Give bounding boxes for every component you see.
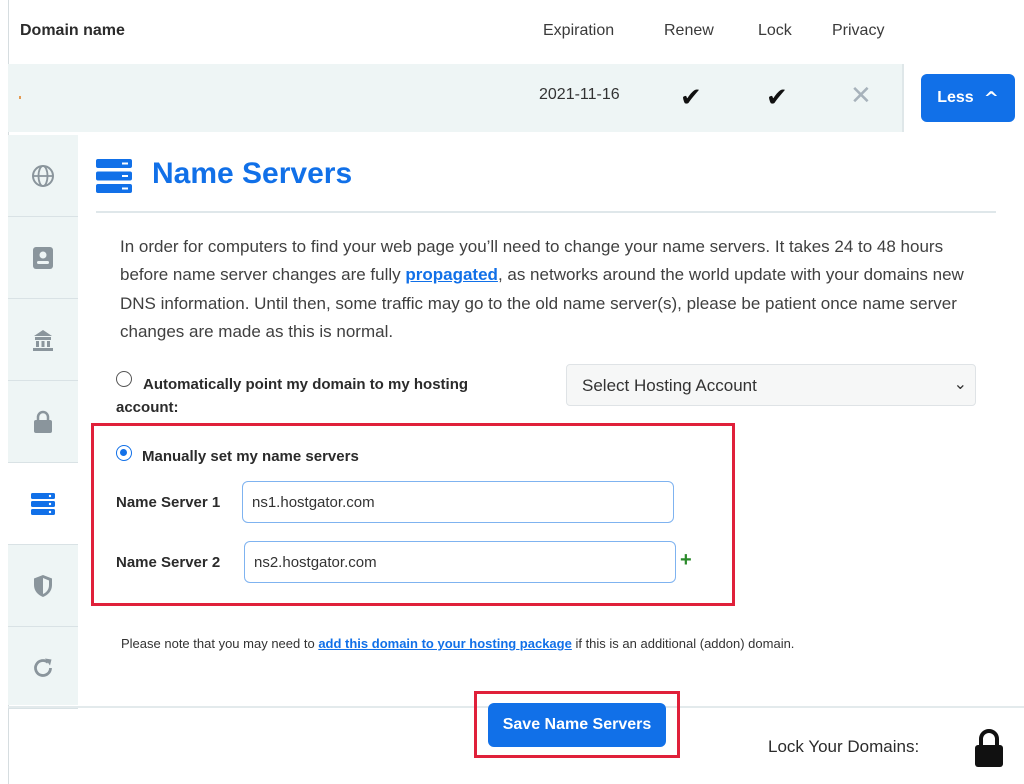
name-server-1-label: Name Server 1	[116, 494, 221, 511]
chevron-down-icon: ⌄	[953, 374, 967, 393]
page-title: Name Servers	[152, 157, 353, 190]
header-renew: Renew	[664, 22, 714, 39]
tab-globe[interactable]	[8, 135, 78, 217]
less-button-label: Less	[937, 89, 974, 106]
manual-name-servers-label[interactable]: Manually set my name servers	[142, 448, 359, 465]
tab-contact[interactable]	[8, 217, 78, 299]
less-button[interactable]: Less ^	[921, 74, 1015, 122]
tab-name-servers[interactable]	[8, 463, 78, 545]
tab-lock[interactable]	[8, 381, 78, 463]
hosting-account-select-value: Select Hosting Account	[582, 376, 757, 395]
intro-text: In order for computers to find your web …	[120, 233, 980, 346]
header-expiration: Expiration	[543, 22, 615, 39]
propagated-link[interactable]: propagated	[405, 265, 498, 284]
header-domain-name: Domain name	[20, 22, 125, 39]
tab-refresh[interactable]	[8, 627, 78, 709]
contact-card-icon	[33, 246, 53, 269]
auto-point-label[interactable]: Automatically point my domain to my host…	[116, 373, 516, 419]
name-servers-icon	[96, 159, 132, 193]
name-server-2-input[interactable]: ns2.hostgator.com	[244, 541, 676, 583]
header-lock: Lock	[758, 22, 792, 39]
name-server-1-input[interactable]: ns1.hostgator.com	[242, 481, 674, 523]
row-divider	[902, 64, 904, 132]
note-part2: if this is an additional (addon) domain.	[571, 636, 795, 651]
title-divider	[96, 211, 996, 213]
add-domain-to-hosting-link[interactable]: add this domain to your hosting package	[318, 636, 572, 651]
lock-domains-label: Lock Your Domains:	[768, 737, 920, 756]
padlock-icon[interactable]	[972, 728, 1006, 768]
save-name-servers-button[interactable]: Save Name Servers	[488, 703, 666, 747]
renew-check-icon[interactable]: ✔	[680, 83, 702, 113]
note-part1: Please note that you may need to	[121, 636, 319, 651]
refresh-icon	[34, 658, 52, 677]
domain-table-header: Domain name Expiration Renew Lock Privac…	[0, 0, 1024, 64]
privacy-x-icon[interactable]: ✕	[850, 81, 872, 111]
chevron-up-icon: ^	[983, 87, 999, 109]
domain-settings-tabs	[8, 135, 78, 709]
manual-name-servers-radio[interactable]	[116, 445, 132, 461]
domain-row[interactable]: 2021-11-16 ✔ ✔ ✕	[8, 64, 902, 132]
domain-name-fragment	[19, 96, 21, 99]
tab-privacy-shield[interactable]	[8, 545, 78, 627]
server-icon	[31, 492, 55, 515]
shield-icon	[34, 574, 52, 597]
lock-icon	[34, 410, 52, 433]
lock-check-icon[interactable]: ✔	[766, 83, 788, 113]
addon-domain-note: Please note that you may need to add thi…	[121, 636, 794, 651]
globe-icon	[32, 164, 54, 187]
name-server-2-label: Name Server 2	[116, 554, 221, 571]
building-icon	[33, 329, 53, 351]
add-name-server-icon[interactable]: +	[680, 549, 692, 572]
expiration-date: 2021-11-16	[539, 86, 620, 103]
header-privacy: Privacy	[832, 22, 885, 39]
hosting-account-select[interactable]: Select Hosting Account ⌄	[566, 364, 976, 406]
tab-building[interactable]	[8, 299, 78, 381]
